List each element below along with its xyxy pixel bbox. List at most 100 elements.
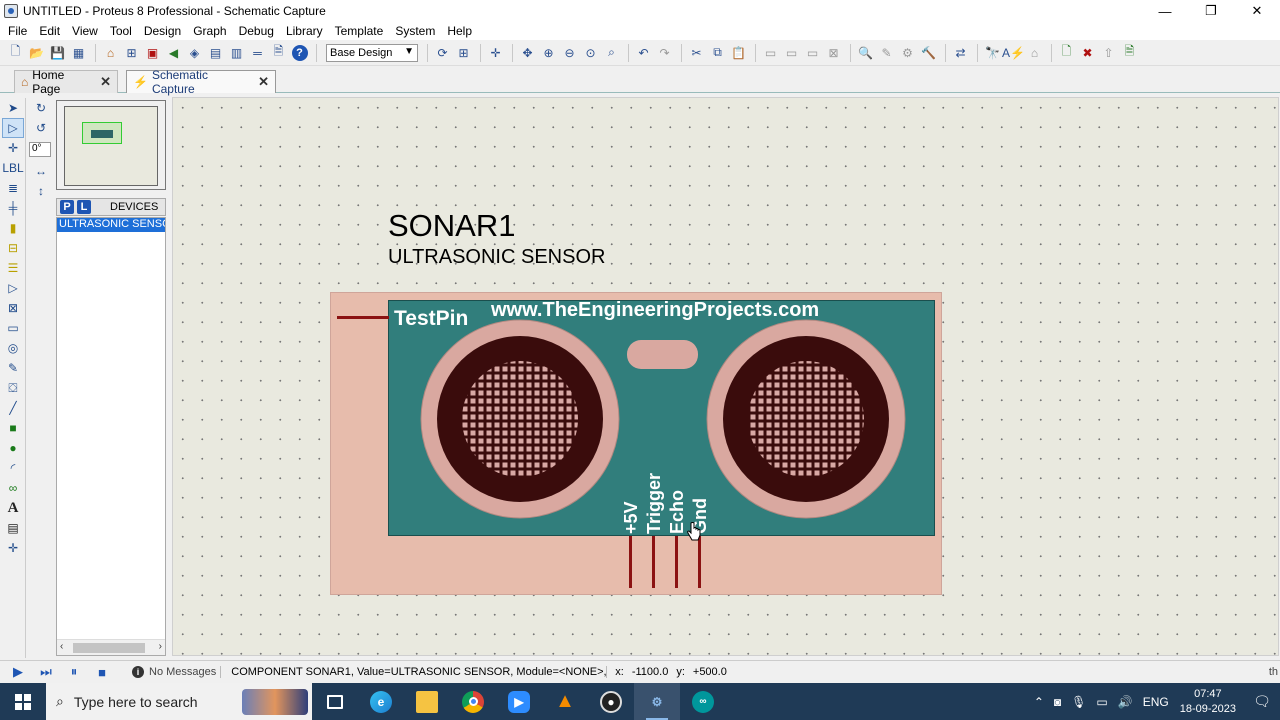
message-indicator[interactable]: i No Messages [132,666,222,678]
import-icon[interactable]: ▦ [69,43,88,62]
rotate-anticlockwise-icon[interactable]: ↺ [30,118,52,138]
device-list-item[interactable]: ULTRASONIC SENSOR [57,218,165,232]
component-value[interactable]: ULTRASONIC SENSOR [388,246,605,269]
remove-sheet-icon[interactable]: ✖ [1078,43,1097,62]
stop-simulation-icon[interactable]: ■ [92,664,112,680]
tab-home-page[interactable]: ⌂ Home Page ✕ [14,68,118,96]
overview-window[interactable] [56,100,166,190]
windows-start-icon[interactable] [0,683,46,720]
zoom-out-icon[interactable]: ⊖ [560,43,579,62]
task-view-icon[interactable] [312,683,358,720]
block-rotate-icon[interactable]: ▭ [803,43,822,62]
3d-viewer-icon[interactable]: ◈ [185,43,204,62]
cut-icon[interactable]: ✂ [687,43,706,62]
menu-edit[interactable]: Edit [33,24,66,38]
block-move-icon[interactable]: ▭ [782,43,801,62]
marker-icon[interactable]: ✛ [2,538,24,558]
text-script-icon[interactable]: ≣ [2,178,24,198]
notes-icon[interactable]: 🗎 [269,43,288,62]
pan-icon[interactable]: ✥ [518,43,537,62]
devices-horizontal-scrollbar[interactable]: ‹ › [57,639,165,655]
design-variant-select[interactable]: Base Design ▼ [326,43,418,62]
library-manager-button[interactable]: L [77,200,91,214]
source-code-icon[interactable]: ▥ [227,43,246,62]
packaging-tool-icon[interactable]: ⚙ [898,43,917,62]
minimize-button[interactable]: — [1142,0,1188,22]
copy-icon[interactable]: ⧉ [708,43,727,62]
obs-studio-icon[interactable]: ● [588,683,634,720]
property-assignment-icon[interactable]: A⚡ [1002,43,1025,62]
proteus-taskbar-icon[interactable]: ⚙ [634,683,680,720]
subcircuit-icon[interactable]: ▮ [2,218,24,238]
gerber-icon[interactable]: ◀ [164,43,183,62]
text-icon[interactable]: A [2,498,24,518]
system-clock[interactable]: 07:47 18-09-2023 [1180,687,1236,717]
menu-help[interactable]: Help [441,24,478,38]
selection-mode-icon[interactable]: ➤ [2,98,24,118]
menu-system[interactable]: System [389,24,441,38]
netlist-icon[interactable]: 🗎 [1120,43,1139,62]
menu-template[interactable]: Template [329,24,390,38]
open-folder-icon[interactable]: 📂 [27,43,46,62]
arc-icon[interactable]: ◜ [2,458,24,478]
graph-icon[interactable]: ▷ [2,278,24,298]
paste-icon[interactable]: 📋 [729,43,748,62]
block-copy-icon[interactable]: ▭ [761,43,780,62]
tape-recorder-icon[interactable]: ⊠ [2,298,24,318]
pin-echo-wire[interactable] [675,536,678,588]
component-reference[interactable]: SONAR1 [388,208,515,244]
terminals-icon[interactable]: ⊟ [2,238,24,258]
menu-debug[interactable]: Debug [233,24,280,38]
maximize-button[interactable]: ❐ [1188,0,1234,22]
voltage-probe-icon[interactable]: ◎ [2,338,24,358]
mirror-vertical-icon[interactable]: ↕ [30,181,52,201]
zoom-app-icon[interactable]: ▶ [496,683,542,720]
junction-dot-icon[interactable]: ✛ [2,138,24,158]
rotation-angle-field[interactable]: 0° [29,142,51,157]
close-tab-icon[interactable]: ✕ [258,74,269,90]
refresh-icon[interactable]: ⟳ [433,43,452,62]
wire-autorouter-icon[interactable]: ⇄ [951,43,970,62]
close-button[interactable]: ✕ [1234,0,1280,22]
volume-icon[interactable]: 🔊 [1118,695,1133,709]
home-icon[interactable]: ⌂ [101,43,120,62]
design-explorer-icon[interactable]: ⌂ [1025,43,1044,62]
scrollbar-thumb[interactable] [73,643,145,653]
show-hidden-icons-icon[interactable]: ⌃ [1034,695,1044,709]
new-sheet-icon[interactable]: 🗋 [1057,43,1076,62]
device-pins-icon[interactable]: ☰ [2,258,24,278]
exit-parent-icon[interactable]: ⇧ [1099,43,1118,62]
zoom-all-icon[interactable]: ⊙ [581,43,600,62]
menu-tool[interactable]: Tool [104,24,138,38]
input-language[interactable]: ENG [1143,695,1169,709]
search-tag-icon[interactable]: 🔭 [983,43,1002,62]
rotate-clockwise-icon[interactable]: ↻ [30,98,52,118]
scroll-left-icon[interactable]: ‹ [60,641,63,652]
scroll-right-icon[interactable]: › [159,641,162,652]
meet-now-icon[interactable]: ◙ [1054,695,1061,709]
path-icon[interactable]: ∞ [2,478,24,498]
current-probe-icon[interactable]: ✎ [2,358,24,378]
tab-schematic-capture[interactable]: ⚡ Schematic Capture ✕ [126,68,276,96]
menu-library[interactable]: Library [280,24,329,38]
bom-icon[interactable]: ▤ [206,43,225,62]
virtual-instruments-icon[interactable]: ⛋ [2,378,24,398]
circle-icon[interactable]: ● [2,438,24,458]
run-simulation-icon[interactable]: ▶ [8,664,28,680]
taskbar-search-box[interactable]: ⌕ Type here to search [46,683,312,720]
menu-view[interactable]: View [66,24,104,38]
bus-icon[interactable]: ═ [248,43,267,62]
line-icon[interactable]: ╱ [2,398,24,418]
testpin-wire[interactable] [337,316,389,319]
zoom-area-icon[interactable]: ⌕ [602,43,621,62]
component-mode-icon[interactable]: ▷ [2,118,24,138]
menu-file[interactable]: File [2,24,33,38]
new-file-icon[interactable]: 🗋 [6,43,25,62]
save-icon[interactable]: 💾 [48,43,67,62]
block-delete-icon[interactable]: ⊠ [824,43,843,62]
undo-icon[interactable]: ↶ [634,43,653,62]
close-tab-icon[interactable]: ✕ [100,74,111,90]
help-icon[interactable]: ? [290,43,309,62]
edge-browser-icon[interactable]: e [358,683,404,720]
pause-simulation-icon[interactable]: ⏸ [64,664,84,680]
